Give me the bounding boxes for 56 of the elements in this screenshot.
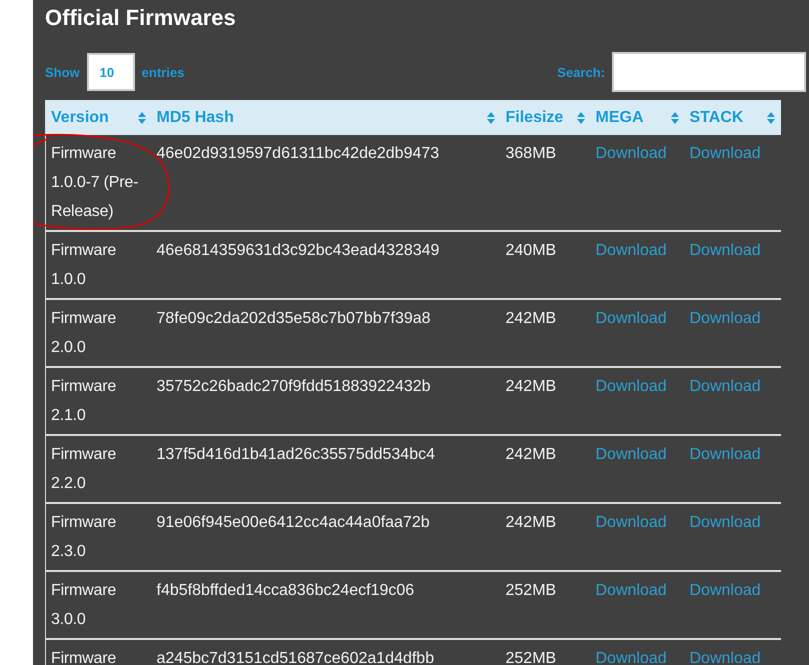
download-link[interactable]: Download bbox=[690, 650, 761, 665]
download-link[interactable]: Download bbox=[596, 650, 667, 665]
filesize-cell: 242MB bbox=[500, 367, 590, 435]
download-link[interactable]: Download bbox=[690, 310, 761, 327]
hash-cell: 46e02d9319597d61311bc42de2db9473 bbox=[152, 135, 500, 231]
version-text: Firmware 2.0.0 bbox=[51, 309, 118, 358]
version-text: Firmware bbox=[51, 649, 118, 665]
column-header[interactable]: Version bbox=[46, 100, 152, 135]
version-text: Firmware 2.1.0 bbox=[51, 377, 118, 426]
download-link[interactable]: Download bbox=[596, 310, 667, 327]
download-link[interactable]: Download bbox=[596, 582, 667, 599]
entries-select[interactable]: 10 bbox=[86, 53, 135, 91]
version-text: Firmware 1.0.0 bbox=[51, 241, 118, 290]
version-text: Firmware 2.2.0 bbox=[51, 445, 118, 494]
filesize-cell: 242MB bbox=[500, 435, 590, 503]
download-link[interactable]: Download bbox=[690, 145, 761, 162]
download-link[interactable]: Download bbox=[596, 514, 667, 531]
column-header[interactable]: MD5 Hash bbox=[152, 100, 500, 135]
entries-label: entries bbox=[142, 64, 184, 80]
version-text: Firmware 1.0.0-7 (Pre-Release) bbox=[51, 144, 140, 222]
filesize-cell: 368MB bbox=[500, 135, 590, 231]
download-link[interactable]: Download bbox=[690, 514, 761, 531]
search-label: Search: bbox=[557, 64, 605, 80]
download-link[interactable]: Download bbox=[596, 378, 667, 395]
sort-icon bbox=[766, 112, 774, 124]
sort-icon bbox=[486, 112, 494, 124]
hash-cell: 35752c26badc270f9fdd51883922432b bbox=[152, 367, 500, 435]
download-link[interactable]: Download bbox=[596, 145, 667, 162]
hash-cell: a245bc7d3151cd51687ce602a1d4dfbb bbox=[152, 639, 500, 665]
hash-cell: 46e6814359631d3c92bc43ead4328349 bbox=[152, 231, 500, 299]
column-header[interactable]: MEGA bbox=[590, 100, 684, 135]
download-link[interactable]: Download bbox=[690, 242, 761, 259]
version-text: Firmware 2.3.0 bbox=[51, 513, 118, 562]
download-link[interactable]: Download bbox=[596, 242, 667, 259]
page-title: Official Firmwares bbox=[45, 4, 237, 31]
show-label: Show bbox=[45, 64, 80, 80]
download-link[interactable]: Download bbox=[690, 446, 761, 463]
filesize-cell: 252MB bbox=[500, 639, 590, 665]
column-header[interactable]: STACK bbox=[684, 100, 780, 135]
filesize-cell: 240MB bbox=[500, 231, 590, 299]
sort-icon bbox=[138, 112, 146, 124]
column-header[interactable]: Filesize bbox=[500, 100, 590, 135]
hash-cell: 91e06f945e00e6412cc4ac44a0faa72b bbox=[152, 503, 500, 571]
hash-cell: f4b5f8bffded14cca836bc24ecf19c06 bbox=[152, 571, 500, 639]
sort-icon bbox=[576, 112, 584, 124]
filesize-cell: 242MB bbox=[500, 503, 590, 571]
download-link[interactable]: Download bbox=[690, 582, 761, 599]
version-text: Firmware 3.0.0 bbox=[51, 581, 118, 630]
filesize-cell: 252MB bbox=[500, 571, 590, 639]
download-link[interactable]: Download bbox=[690, 378, 761, 395]
hash-cell: 78fe09c2da202d35e58c7b07bb7f39a8 bbox=[152, 299, 500, 367]
sort-icon bbox=[670, 112, 678, 124]
search-field[interactable] bbox=[612, 52, 806, 92]
filesize-cell: 242MB bbox=[500, 299, 590, 367]
download-link[interactable]: Download bbox=[596, 446, 667, 463]
hash-cell: 137f5d416d1b41ad26c35575dd534bc4 bbox=[152, 435, 500, 503]
